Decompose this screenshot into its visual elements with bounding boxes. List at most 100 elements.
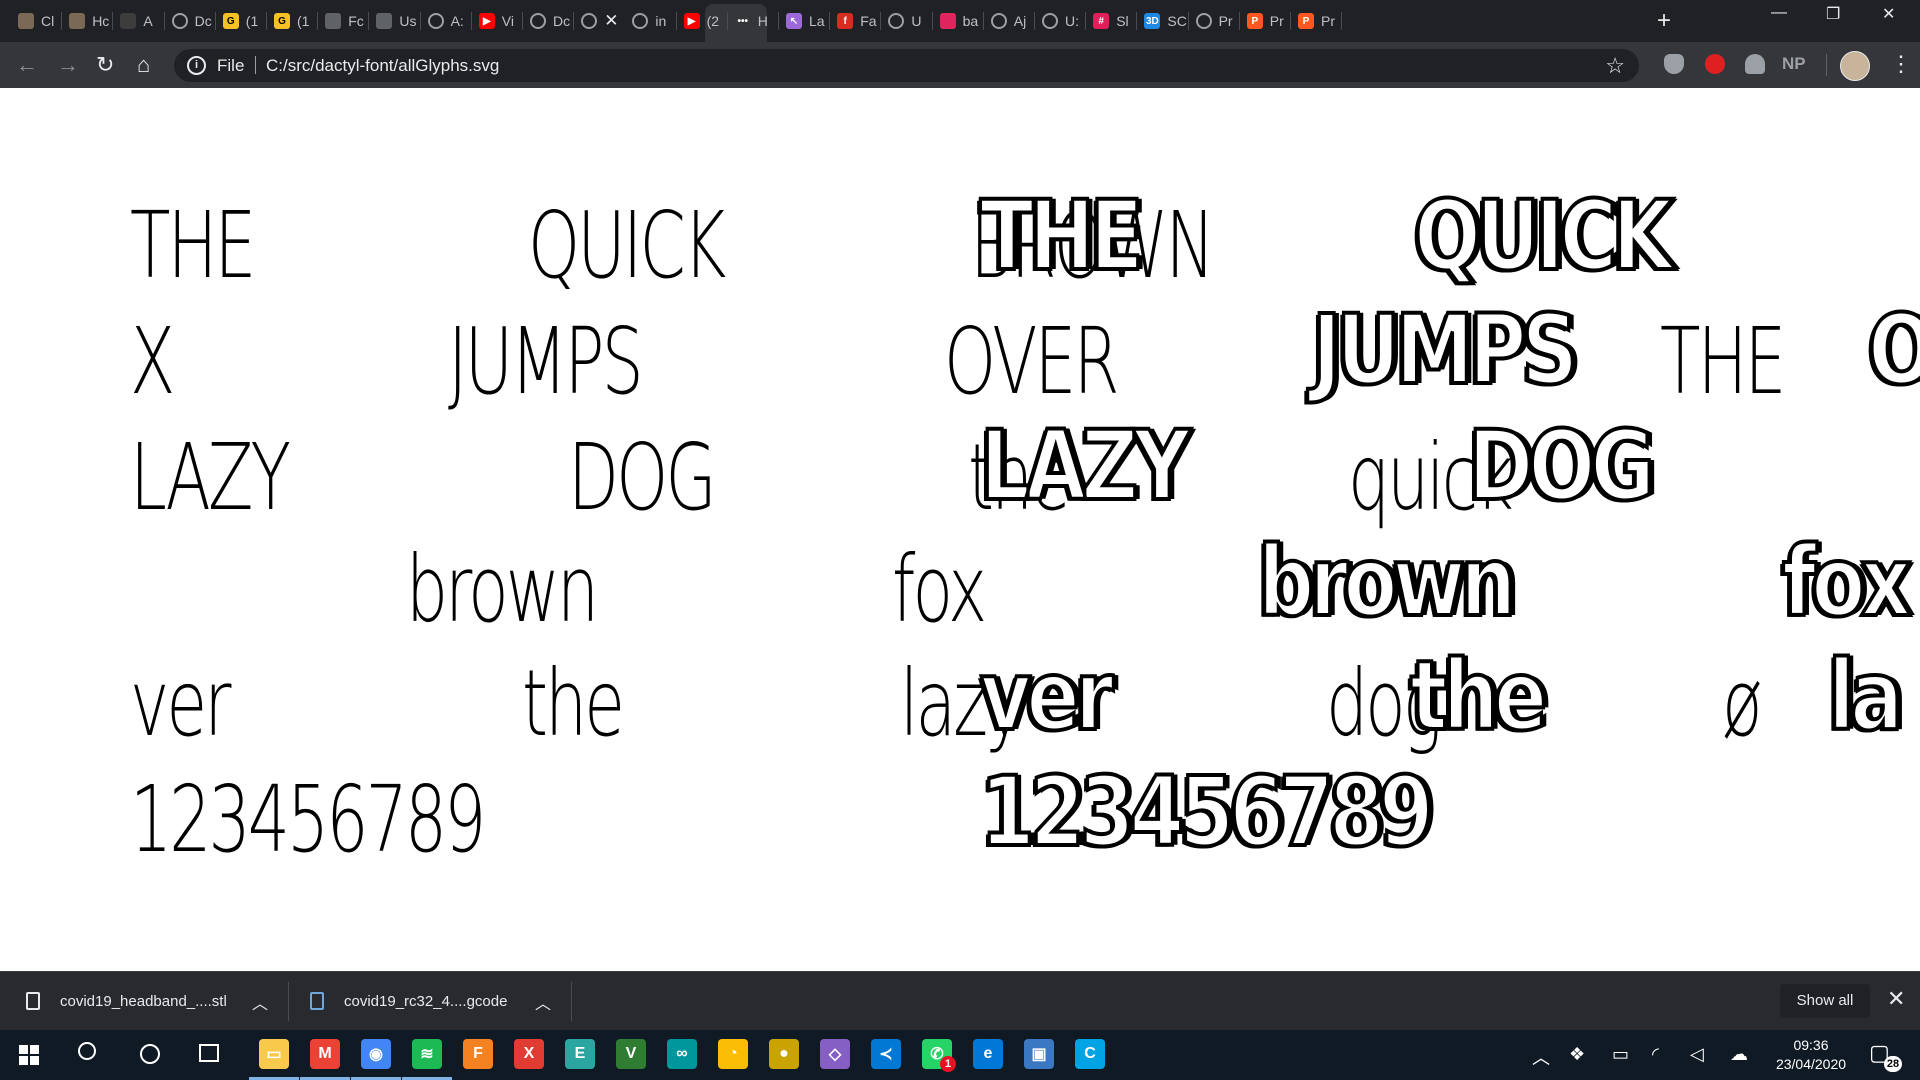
url-text[interactable]: C:/src/dactyl-font/allGlyphs.svg [266,56,499,76]
browser-tab[interactable]: G (1 [274,8,319,34]
clock-time: 09:36 [1793,1037,1829,1053]
window-app-icon[interactable]: ▣ [1024,1039,1054,1069]
browser-tab[interactable]: A: [427,8,472,34]
download-divider [288,982,289,1021]
clock[interactable]: 09:36 23/04/2020 [1766,1036,1856,1074]
minimize-button[interactable]: — [1771,4,1787,22]
tab-divider [1238,12,1240,30]
download-item[interactable]: covid19_rc32_4....gcode [310,986,507,1016]
file-explorer-icon[interactable]: ▭ [259,1039,289,1069]
glyph-word-bold: OX [1866,300,1920,400]
file-icon [26,992,40,1010]
browser-tab[interactable]: Fc [325,8,370,34]
adblock-extension-icon[interactable] [1705,54,1725,74]
download-item[interactable]: covid19_headband_....stl [26,986,227,1016]
browser-tab[interactable]: f Fa [837,8,882,34]
show-all-button[interactable]: Show all [1780,984,1870,1018]
chevron-up-icon[interactable]: ︿ [535,990,551,1014]
battery-icon[interactable]: ▭ [1612,1044,1629,1065]
ccleaner-icon[interactable]: C [1075,1039,1105,1069]
menu-icon[interactable]: ⋮ [1890,51,1912,77]
reload-icon[interactable]: ↻ [96,52,114,78]
tab-favicon-icon [530,13,546,29]
browser-tab[interactable]: ba [939,8,984,34]
profile-initials-extension[interactable]: NP [1782,54,1806,74]
tab-divider [726,12,728,30]
browser-tab[interactable]: ▶ (2 [683,8,728,34]
back-icon[interactable]: ← [16,52,38,78]
close-window-button[interactable]: ✕ [1882,4,1895,24]
browser-tab[interactable]: P Pr [1298,8,1343,34]
notification-count: 28 [1884,1056,1902,1072]
search-icon[interactable] [78,1042,96,1060]
browser-tab[interactable]: P Pr [1246,8,1291,34]
tab-title: Pr [1218,13,1233,29]
browser-tab[interactable]: Us [376,8,421,34]
browser-tab[interactable]: # Sl [1093,8,1138,34]
vim-icon[interactable]: V [616,1039,646,1069]
new-tab-button[interactable]: + [1657,8,1671,34]
tab-active[interactable]: ✕ [581,8,618,34]
volume-icon[interactable]: ◁ [1690,1044,1704,1065]
wifi-icon[interactable]: ◜ [1652,1044,1659,1065]
browser-tab[interactable]: in [632,8,677,34]
browser-tab[interactable]: Pr [1195,8,1240,34]
close-icon[interactable]: ✕ [1887,986,1905,1012]
visual-studio-icon[interactable]: ◇ [820,1039,850,1069]
browser-tab[interactable]: G (1 [222,8,267,34]
cortana-icon[interactable] [140,1044,160,1064]
tab-divider [419,12,421,30]
browser-tab[interactable]: ▶ Vi [478,8,523,34]
glyph-word: fox [892,536,987,643]
glyph-word-bold: QUICK [1412,180,1675,292]
glyph-word-bold: brown [1256,526,1518,638]
tab-favicon-icon [171,13,188,29]
tab-title: Sl [1116,13,1129,29]
restore-button[interactable]: ❐ [1826,4,1840,24]
tab-divider [1033,12,1035,30]
globe-app-icon[interactable]: ● [769,1039,799,1069]
browser-tab[interactable]: U [888,8,933,34]
arduino-icon[interactable]: ∞ [667,1039,697,1069]
download-filename: covid19_rc32_4....gcode [344,992,508,1010]
forward-icon[interactable]: → [57,52,79,78]
browser-tab[interactable]: U: [1042,8,1087,34]
browser-tab[interactable]: Hc [69,8,114,34]
tab-title: U: [1065,13,1079,29]
edge-icon[interactable]: e [973,1039,1003,1069]
bookmark-star-icon[interactable]: ☆ [1605,53,1625,79]
browser-tab[interactable]: Dc [530,8,575,34]
tab-favicon-icon [632,13,649,29]
gmail-icon[interactable]: M [310,1039,340,1069]
tab-divider [880,12,882,30]
browser-tab[interactable]: A [120,8,165,34]
tab-favicon-icon [1042,13,1058,29]
gift-extension-icon[interactable] [1745,54,1765,74]
browser-tab[interactable]: Cl [18,8,63,34]
chevron-up-icon[interactable]: ︿ [1532,1044,1550,1070]
tab-divider [777,12,779,30]
shield-extension-icon[interactable] [1664,54,1684,74]
onedrive-icon[interactable]: ☁ [1730,1044,1748,1065]
chevron-up-icon[interactable]: ︿ [252,990,268,1014]
dropbox-icon[interactable]: ❖ [1569,1044,1585,1065]
info-icon[interactable]: i [187,56,206,75]
task-view-icon[interactable] [199,1044,219,1062]
xmind-icon[interactable]: X [514,1039,544,1069]
vscode-icon[interactable]: ≺ [871,1039,901,1069]
avatar[interactable] [1840,51,1870,81]
browser-tab[interactable]: ↖ La [786,8,831,34]
chrome-icon[interactable]: ◉ [361,1039,391,1069]
browser-tab[interactable]: ••• H [734,8,779,34]
address-bar[interactable]: i File C:/src/dactyl-font/allGlyphs.svg … [174,49,1639,82]
browser-tab[interactable]: Dc [171,8,216,34]
keep-icon[interactable]: ◔ [718,1039,748,1069]
browser-tab[interactable]: Aj [990,8,1035,34]
browser-tab[interactable]: 3D SC [1144,8,1189,34]
home-icon[interactable]: ⌂ [137,52,150,78]
tab-title: Pr [1269,13,1284,29]
windows-start-icon[interactable] [19,1045,39,1065]
fusion-icon[interactable]: F [463,1039,493,1069]
spotify-icon[interactable]: ≋ [412,1039,442,1069]
terminal-icon[interactable]: E [565,1039,595,1069]
